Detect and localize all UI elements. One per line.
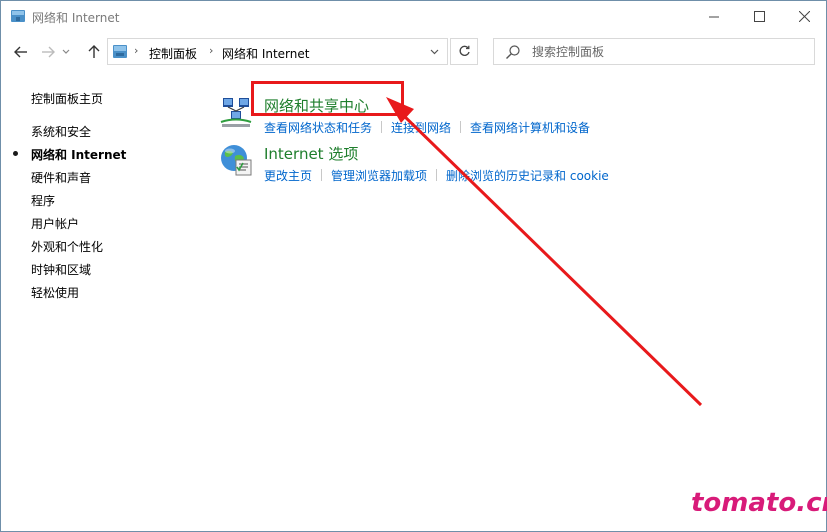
sidebar-item-appearance[interactable]: 外观和个性化: [31, 238, 103, 255]
title-bar[interactable]: 网络和 Internet: [1, 1, 826, 32]
manage-browser-addons-link[interactable]: 管理浏览器加载项: [331, 169, 427, 183]
search-icon: [506, 45, 520, 59]
back-button[interactable]: [10, 41, 32, 63]
arrow-up-icon: [88, 45, 100, 58]
refresh-button[interactable]: [450, 38, 478, 65]
address-dropdown-button[interactable]: [426, 44, 442, 60]
maximize-button[interactable]: [736, 1, 782, 31]
minimize-icon: [708, 16, 719, 17]
sidebar-item-control-panel-home[interactable]: 控制面板主页: [31, 90, 103, 107]
breadcrumb-separator: ›: [209, 44, 214, 57]
chevron-down-icon: [62, 49, 70, 54]
watermark: tomato.cm: [691, 488, 827, 518]
delete-browsing-history-link[interactable]: 删除浏览的历史记录和 cookie: [446, 169, 609, 183]
breadcrumb-separator: ›: [134, 44, 139, 57]
sidebar-item-network-internet[interactable]: 网络和 Internet: [31, 146, 126, 163]
sidebar-item-clock-region[interactable]: 时钟和区域: [31, 261, 91, 278]
internet-options-tasks: 更改主页 管理浏览器加载项 删除浏览的历史记录和 cookie: [264, 167, 609, 184]
close-icon: [798, 10, 810, 22]
network-sharing-center-tasks: 查看网络状态和任务 连接到网络 查看网络计算机和设备: [264, 119, 590, 136]
chevron-down-icon: [430, 49, 438, 55]
breadcrumb-control-panel[interactable]: 控制面板: [149, 45, 197, 62]
link-divider: [381, 121, 383, 133]
forward-button[interactable]: [37, 41, 59, 63]
internet-options-globe-icon[interactable]: [219, 143, 253, 177]
view-network-computers-link[interactable]: 查看网络计算机和设备: [470, 121, 590, 135]
maximize-icon: [753, 10, 765, 22]
search-input[interactable]: [532, 43, 802, 61]
search-box[interactable]: [493, 38, 815, 65]
sidebar-item-system-security[interactable]: 系统和安全: [31, 123, 91, 140]
up-button[interactable]: [83, 41, 105, 63]
control-panel-icon: [113, 45, 127, 58]
sidebar-item-ease-of-access[interactable]: 轻松使用: [31, 284, 79, 301]
arrow-left-icon: [14, 46, 27, 58]
close-button[interactable]: [781, 1, 827, 31]
link-divider: [321, 169, 323, 181]
sidebar: 控制面板主页 系统和安全 网络和 Internet 硬件和声音 程序 用户帐户 …: [1, 81, 201, 341]
arrow-right-icon: [42, 46, 55, 58]
refresh-icon: [459, 45, 470, 56]
sidebar-item-user-accounts[interactable]: 用户帐户: [31, 215, 79, 232]
connect-to-network-link[interactable]: 连接到网络: [391, 121, 451, 135]
navigation-bar: › 控制面板 › 网络和 Internet: [1, 32, 826, 72]
recent-locations-button[interactable]: [59, 41, 73, 63]
link-divider: [436, 169, 438, 181]
address-bar[interactable]: › 控制面板 › 网络和 Internet: [107, 38, 448, 65]
current-item-bullet: [13, 151, 18, 156]
minimize-button[interactable]: [691, 1, 737, 31]
change-homepage-link[interactable]: 更改主页: [264, 169, 312, 183]
network-folder-icon: [11, 10, 25, 22]
sidebar-item-programs[interactable]: 程序: [31, 192, 55, 209]
view-network-status-link[interactable]: 查看网络状态和任务: [264, 121, 372, 135]
network-sharing-center-icon[interactable]: [219, 95, 253, 129]
breadcrumb-network-internet[interactable]: 网络和 Internet: [222, 45, 309, 62]
link-divider: [460, 121, 462, 133]
window-title: 网络和 Internet: [32, 11, 120, 25]
internet-options-link[interactable]: Internet 选项: [264, 143, 358, 164]
highlight-box: [251, 81, 404, 116]
control-panel-window: 网络和 Internet › 控制面板 › 网络和 Internet 搜索控制面…: [0, 0, 827, 532]
sidebar-item-hardware-sound[interactable]: 硬件和声音: [31, 169, 91, 186]
